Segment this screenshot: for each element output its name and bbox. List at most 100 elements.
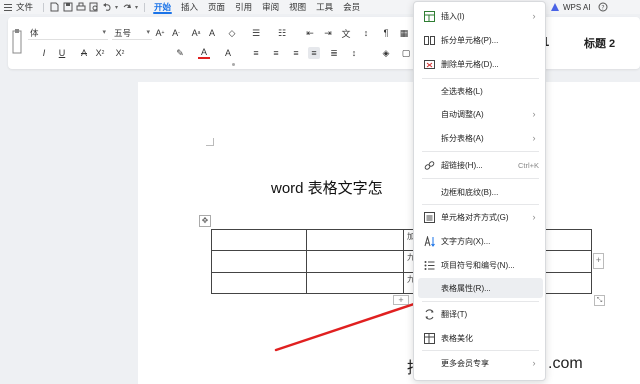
cell-align-icon (423, 211, 435, 223)
table-resize-handle[interactable]: ⤡ (594, 295, 605, 306)
change-case-icon[interactable]: Aa (190, 27, 202, 39)
menu-item-label: 全选表格(L) (441, 86, 483, 96)
shortcut-label: Ctrl+K (517, 160, 539, 170)
new-document-icon[interactable] (48, 0, 61, 14)
tab-review[interactable]: 审阅 (257, 0, 284, 14)
menu-separator (422, 78, 539, 79)
subscript-icon[interactable]: X2 (114, 47, 126, 59)
tab-page[interactable]: 页面 (203, 0, 230, 14)
ribbon-handle (232, 63, 235, 66)
font-color-icon[interactable]: A (198, 47, 210, 59)
file-menu[interactable]: 文件 (16, 1, 33, 13)
table-move-handle[interactable]: ✥ (199, 215, 211, 227)
table-beautify-icon (423, 332, 435, 344)
align-center-icon[interactable]: ≡ (270, 47, 282, 59)
context-menu: 插入(I) › 拆分单元格(P)... 删除单元格(D)... 全选表格(L) … (413, 1, 546, 381)
add-row-button[interactable]: + (393, 295, 409, 305)
underline-icon[interactable]: U (56, 47, 68, 59)
watermark-text: .com (548, 355, 583, 372)
paragraph-mark-icon[interactable]: ¶ (380, 27, 392, 39)
tab-view[interactable]: 视图 (284, 0, 311, 14)
table-cell[interactable] (211, 250, 307, 273)
highlight-icon[interactable]: ✎ (174, 47, 186, 59)
menu-item-select-table[interactable]: 全选表格(L) (418, 81, 543, 101)
menu-item-split-table[interactable]: 拆分表格(A) › (418, 128, 543, 148)
menu-item-bullets-numbering[interactable]: 项目符号和编号(N)... (418, 255, 543, 275)
menu-item-delete-cells[interactable]: 删除单元格(D)... (418, 54, 543, 74)
wps-ai-button[interactable]: WPS AI (550, 0, 591, 14)
distributed-icon[interactable]: ≣ (328, 47, 340, 59)
menu-item-table-beautify[interactable]: 表格美化 (418, 328, 543, 348)
menu-item-table-properties[interactable]: 表格属性(R)... (418, 278, 543, 298)
chevron-right-icon: › (532, 109, 536, 119)
table-cell[interactable] (306, 250, 404, 273)
clipboard-icon[interactable] (12, 27, 22, 55)
bullet-list-icon[interactable]: ☰ (250, 27, 262, 39)
italic-icon[interactable]: I (38, 47, 50, 59)
font-name-value: 体 (30, 28, 39, 38)
split-cells-icon (423, 34, 435, 46)
table-cell[interactable] (211, 228, 307, 252)
menu-item-more-member[interactable]: 更多会员专享 › (418, 353, 543, 373)
text-effect-icon[interactable]: A (206, 27, 218, 39)
shrink-font-icon[interactable]: A- (170, 27, 182, 39)
table-cell[interactable] (306, 271, 404, 295)
menu-item-cell-alignment[interactable]: 单元格对齐方式(G) › (418, 207, 543, 227)
justify-icon[interactable]: ≡ (308, 47, 320, 59)
menu-separator (422, 151, 539, 152)
menu-item-borders-shading[interactable]: 边框和底纹(B)... (418, 182, 543, 202)
table-cell[interactable] (306, 228, 404, 252)
menu-item-auto-fit[interactable]: 自动调整(A) › (418, 104, 543, 124)
save-icon[interactable] (61, 0, 74, 14)
tab-home[interactable]: 开始 (149, 0, 176, 14)
menu-item-label: 文字方向(X)... (441, 236, 491, 246)
chevron-right-icon: › (532, 358, 536, 368)
undo-icon[interactable] (100, 0, 113, 14)
tab-tools[interactable]: 工具 (311, 0, 338, 14)
menu-item-insert[interactable]: 插入(I) › (418, 6, 543, 26)
style-heading-2[interactable]: 标题 2 (584, 35, 615, 51)
tab-insert[interactable]: 插入 (176, 0, 203, 14)
grow-font-icon[interactable]: A + (154, 27, 166, 39)
redo-icon[interactable] (120, 0, 133, 14)
chevron-down-icon[interactable]: ▾ (133, 0, 140, 14)
menu-item-translate[interactable]: 翻译(T) (418, 304, 543, 324)
clear-format-icon[interactable]: ◇ (226, 27, 238, 39)
table-borders-icon[interactable]: ▦ (398, 27, 410, 39)
menu-item-label: 翻译(T) (441, 309, 468, 319)
decrease-indent-icon[interactable]: ⇤ (304, 27, 316, 39)
line-spacing-icon[interactable]: ↕ (348, 47, 360, 59)
menu-item-text-direction[interactable]: 文字方向(X)... (418, 231, 543, 251)
menu-item-split-cells[interactable]: 拆分单元格(P)... (418, 30, 543, 50)
print-preview-icon[interactable] (87, 0, 100, 14)
numbered-list-icon[interactable]: ☷ (276, 27, 288, 39)
align-right-icon[interactable]: ≡ (290, 47, 302, 59)
divider (43, 2, 45, 12)
translate-icon (423, 308, 435, 320)
sort-icon[interactable]: ↕ (360, 27, 372, 39)
add-column-button[interactable]: + (593, 253, 604, 269)
border-icon[interactable]: ▢ (400, 47, 412, 59)
tab-member[interactable]: 会员 (338, 0, 365, 14)
menu-separator (422, 204, 539, 205)
font-size-select[interactable]: 五号 ▾ (112, 26, 152, 40)
font-name-select[interactable]: 体 ▾ (28, 26, 108, 40)
document-title[interactable]: word 表格文字怎 (271, 177, 383, 198)
align-left-icon[interactable]: ≡ (250, 47, 262, 59)
chevron-down-icon[interactable]: ▾ (113, 0, 120, 14)
chinese-layout-icon[interactable]: 文 (340, 27, 352, 39)
menu-separator (422, 350, 539, 351)
shading-icon[interactable]: ◈ (380, 47, 392, 59)
wps-ai-label: WPS AI (563, 2, 591, 12)
char-shading-icon[interactable]: A (222, 47, 234, 59)
print-icon[interactable] (74, 0, 87, 14)
superscript-icon[interactable]: X2 (94, 47, 106, 59)
menu-icon[interactable] (4, 0, 16, 14)
font-size-value: 五号 (114, 28, 132, 38)
tab-references[interactable]: 引用 (230, 0, 257, 14)
menu-item-hyperlink[interactable]: 超链接(H)... Ctrl+K (418, 155, 543, 175)
help-icon[interactable]: ? (596, 0, 609, 14)
table-cell[interactable] (211, 271, 307, 295)
increase-indent-icon[interactable]: ⇥ (322, 27, 334, 39)
strikethrough-icon[interactable]: A (78, 47, 90, 59)
